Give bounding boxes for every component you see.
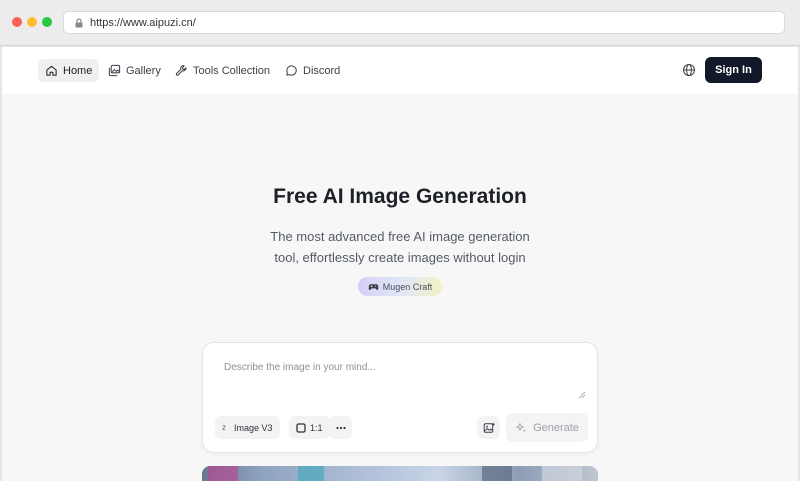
home-icon [46, 65, 57, 76]
sparkles-icon [516, 422, 526, 432]
prompt-input[interactable]: Describe the image in your mind... [224, 362, 376, 373]
model-selector[interactable]: z Image V3 [215, 416, 280, 439]
upload-image-button[interactable] [477, 416, 500, 439]
neon-sign-decoration [298, 466, 324, 481]
nav-item-label: Home [63, 64, 93, 77]
square-icon [296, 422, 306, 433]
page-subtitle: The most advanced free AI image generati… [250, 226, 550, 268]
globe-icon[interactable] [682, 63, 696, 77]
browser-chrome: https://www.aipuzi.cn/ [0, 0, 800, 46]
nav-item-label: Gallery [126, 64, 161, 77]
nav-item-discord[interactable]: Discord [278, 59, 347, 82]
nav-item-tools-collection[interactable]: Tools Collection [168, 59, 277, 82]
building-decoration [542, 466, 582, 481]
model-label: Image V3 [234, 422, 273, 433]
top-nav: Home Gallery Tools Collection Discord Si… [2, 47, 798, 94]
generate-button[interactable]: Generate [506, 413, 588, 442]
neon-sign-decoration [208, 466, 238, 481]
subtitle-line: tool, effortlessly create images without… [274, 250, 526, 265]
building-decoration [482, 466, 512, 481]
image-upload-icon [483, 422, 495, 433]
badge-label: Mugen Craft [382, 281, 433, 292]
page-title: Free AI Image Generation [273, 185, 527, 208]
ratio-label: 1:1 [310, 422, 323, 433]
aspect-ratio-selector[interactable]: 1:1 [289, 416, 330, 439]
example-images-strip [202, 466, 598, 481]
window-minimize-button[interactable] [27, 17, 37, 27]
model-logo-icon: z [222, 423, 226, 432]
generator-card: Describe the image in your mind... z Ima… [202, 342, 598, 453]
mugen-craft-badge[interactable]: Mugen Craft [358, 277, 442, 296]
gamepad-icon [368, 284, 379, 290]
chat-bubble-icon [286, 65, 297, 76]
gallery-icon [108, 64, 121, 77]
nav-item-gallery[interactable]: Gallery [101, 59, 168, 82]
nav-item-label: Discord [303, 64, 341, 77]
more-options-button[interactable] [329, 416, 352, 439]
generate-label: Generate [533, 421, 579, 434]
resize-handle-icon[interactable] [578, 391, 586, 399]
window-zoom-button[interactable] [42, 17, 52, 27]
window-close-button[interactable] [12, 17, 22, 27]
url-text: https://www.aipuzi.cn/ [90, 16, 196, 29]
ellipsis-icon [335, 426, 346, 429]
nav-item-label: Tools Collection [193, 64, 271, 77]
page: Home Gallery Tools Collection Discord Si… [2, 47, 798, 481]
subtitle-line: The most advanced free AI image generati… [270, 229, 530, 244]
address-bar[interactable]: https://www.aipuzi.cn/ [63, 11, 785, 34]
nav-item-home[interactable]: Home [38, 59, 100, 82]
lock-icon [74, 17, 84, 28]
sign-in-button[interactable]: Sign In [705, 57, 762, 83]
wrench-icon [175, 65, 187, 76]
